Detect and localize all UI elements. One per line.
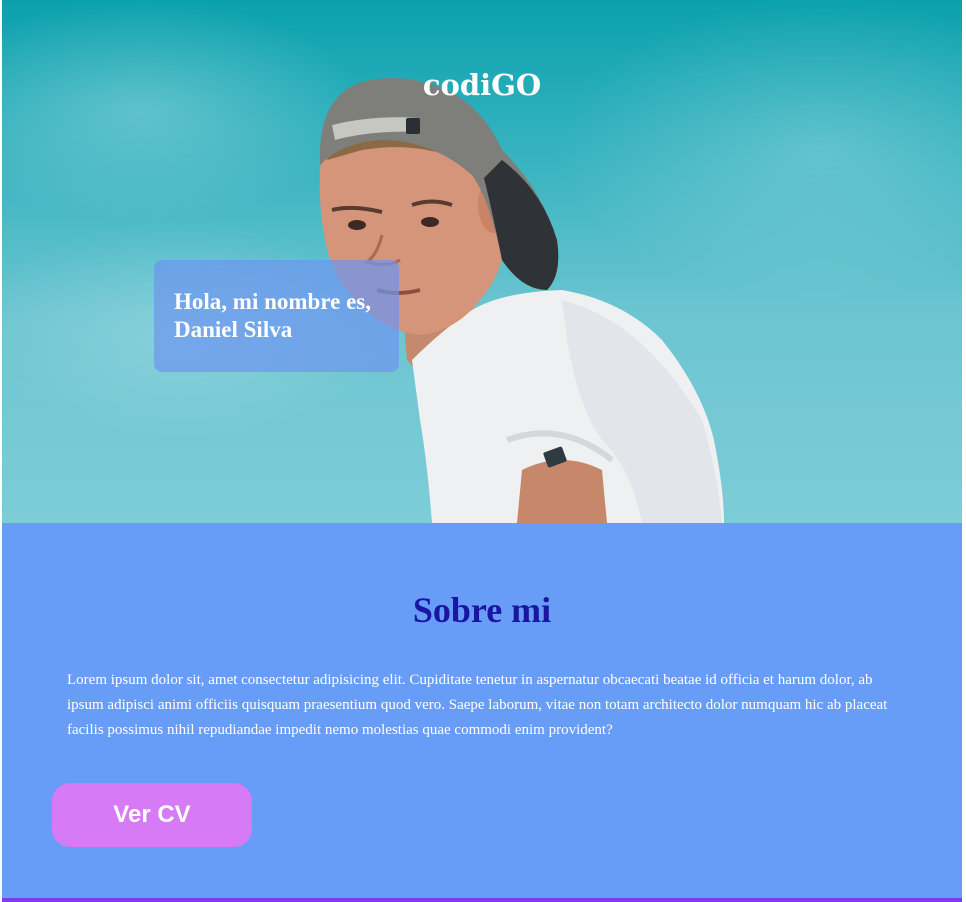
about-section: Sobre mi Lorem ipsum dolor sit, amet con… (2, 523, 962, 898)
hero-section: codiGO Hola, mi nombre es, Daniel Silva (2, 0, 962, 523)
greeting-line-intro: Hola, mi nombre es, (174, 289, 371, 314)
bottom-divider (2, 898, 962, 902)
greeting-card: Hola, mi nombre es, Daniel Silva (154, 260, 399, 372)
page: codiGO Hola, mi nombre es, Daniel Silva … (0, 0, 966, 902)
greeting-line-name: Daniel Silva (174, 317, 293, 342)
view-cv-button[interactable]: Ver CV (52, 783, 252, 847)
about-title: Sobre mi (412, 590, 552, 630)
about-paragraph: Lorem ipsum dolor sit, amet consectetur … (67, 672, 888, 738)
brand-title: codiGO (422, 68, 542, 102)
